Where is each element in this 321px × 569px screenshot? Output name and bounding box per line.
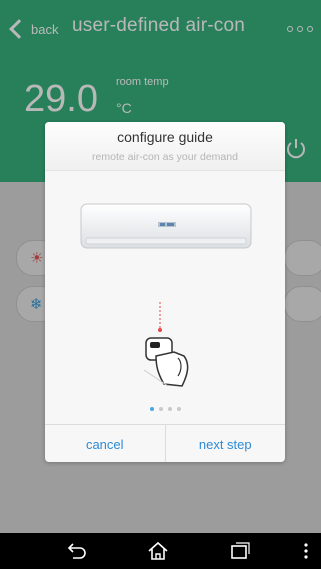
dialog-header: configure guide remote air-con as your d…: [45, 122, 285, 171]
dialog-title: configure guide: [117, 129, 213, 145]
configure-guide-dialog: configure guide remote air-con as your d…: [45, 122, 285, 462]
next-step-button[interactable]: next step: [164, 425, 286, 462]
dialog-subtitle: remote air-con as your demand: [92, 151, 238, 163]
page-dot: [149, 407, 154, 411]
page-dot: [176, 407, 181, 411]
cancel-button[interactable]: cancel: [45, 425, 165, 462]
page-dot: [167, 407, 172, 411]
dialog-actions: cancel next step: [45, 424, 285, 462]
remote-control-illustration: [143, 302, 189, 387]
air-conditioner-illustration: [80, 203, 252, 249]
nav-recent-apps-icon[interactable]: [228, 540, 252, 562]
nav-menu-icon[interactable]: [302, 540, 310, 562]
system-nav-bar: [0, 533, 321, 569]
page-indicator: [45, 407, 285, 411]
page-dot: [158, 407, 163, 411]
nav-home-icon[interactable]: [146, 540, 170, 562]
nav-back-icon[interactable]: [64, 540, 88, 562]
